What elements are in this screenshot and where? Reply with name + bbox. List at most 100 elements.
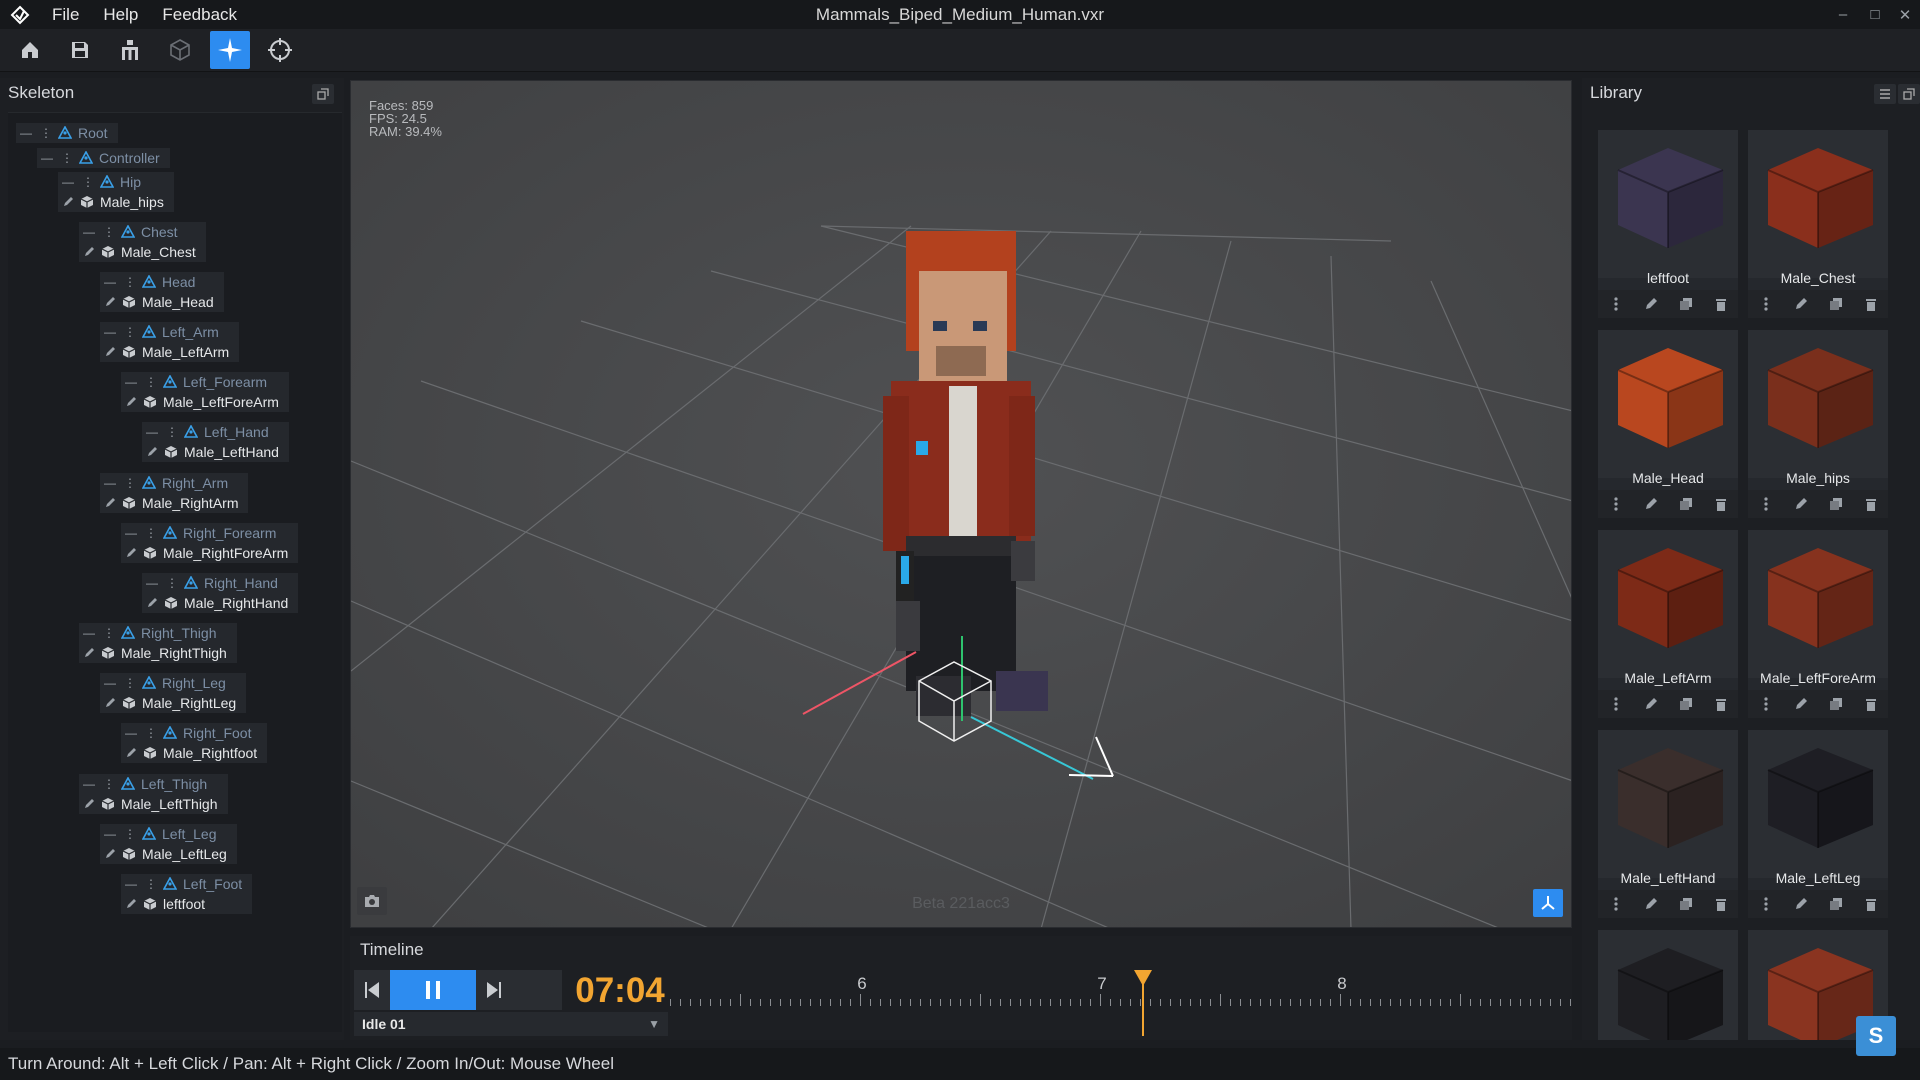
menu-file[interactable]: File — [40, 0, 91, 29]
copy-icon[interactable] — [1826, 494, 1846, 514]
trash-icon[interactable] — [1861, 494, 1881, 514]
edit-icon[interactable] — [100, 693, 120, 713]
edit-icon[interactable] — [58, 192, 78, 212]
drag-handle-icon[interactable]: ⋮ — [141, 372, 161, 392]
bone-mesh-row[interactable]: Male_Chest — [79, 242, 206, 262]
collapse-icon[interactable]: — — [121, 723, 141, 743]
bone-joint-row[interactable]: — ⋮ Left_Thigh — [79, 774, 228, 794]
bone-joint-row[interactable]: — ⋮ Right_Foot — [121, 723, 268, 743]
collapse-icon[interactable]: — — [100, 673, 120, 693]
bone-mesh-row[interactable]: Male_LeftArm — [100, 342, 240, 362]
drag-handle-icon[interactable]: ⋮ — [99, 222, 119, 242]
copy-icon[interactable] — [1826, 694, 1846, 714]
bone-joint-row[interactable]: — ⋮ Left_Foot — [121, 874, 253, 894]
bone-joint-row[interactable]: — ⋮ Left_Arm — [100, 322, 240, 342]
bone-joint-row[interactable]: — ⋮ Hip — [58, 172, 174, 192]
screenshot-button[interactable] — [357, 887, 387, 915]
bone-joint-row[interactable]: — ⋮ Right_Arm — [100, 473, 249, 493]
bone-mesh-row[interactable]: Male_RightForeArm — [121, 543, 299, 563]
drag-handle-icon[interactable]: ⋮ — [162, 573, 182, 593]
bone-mesh-row[interactable]: Male_LeftThigh — [79, 794, 228, 814]
playhead[interactable] — [1141, 978, 1144, 1036]
library-thumbnail[interactable] — [1598, 330, 1738, 478]
more-icon[interactable] — [1756, 494, 1776, 514]
drag-handle-icon[interactable]: ⋮ — [78, 172, 98, 192]
save-button[interactable] — [60, 31, 100, 69]
edit-icon[interactable] — [121, 894, 141, 914]
library-card[interactable]: Male_LeftForeArm — [1748, 530, 1888, 718]
3d-viewport[interactable]: Faces: 859 FPS: 24.5 RAM: 39.4% Beta 221… — [350, 80, 1572, 928]
trash-icon[interactable] — [1711, 294, 1731, 314]
bone-joint-row[interactable]: — ⋮ Controller — [37, 148, 170, 168]
drag-handle-icon[interactable]: ⋮ — [120, 272, 140, 292]
library-card[interactable]: Male_LeftHand — [1598, 730, 1738, 918]
copy-icon[interactable] — [1676, 294, 1696, 314]
edit-icon[interactable] — [121, 743, 141, 763]
library-menu-button[interactable] — [1874, 84, 1896, 104]
collapse-icon[interactable]: — — [121, 372, 141, 392]
trash-icon[interactable] — [1861, 694, 1881, 714]
drag-handle-icon[interactable]: ⋮ — [36, 123, 56, 143]
bone-joint-row[interactable]: — ⋮ Right_Thigh — [79, 623, 237, 643]
copy-icon[interactable] — [1676, 894, 1696, 914]
home-button[interactable] — [10, 31, 50, 69]
collapse-icon[interactable]: — — [142, 422, 162, 442]
drag-handle-icon[interactable]: ⋮ — [120, 824, 140, 844]
edit-icon[interactable] — [1641, 494, 1661, 514]
maximize-button[interactable]: □ — [1860, 0, 1890, 29]
more-icon[interactable] — [1606, 894, 1626, 914]
collapse-icon[interactable]: — — [100, 824, 120, 844]
edit-icon[interactable] — [79, 643, 99, 663]
bone-mesh-row[interactable]: Male_hips — [58, 192, 174, 212]
bone-joint-row[interactable]: — ⋮ Root — [16, 123, 118, 143]
library-undock-button[interactable] — [1898, 84, 1920, 104]
collapse-icon[interactable]: — — [142, 573, 162, 593]
menu-feedback[interactable]: Feedback — [150, 0, 249, 29]
bone-joint-row[interactable]: — ⋮ Chest — [79, 222, 206, 242]
copy-icon[interactable] — [1826, 294, 1846, 314]
timeline-ruler[interactable]: 6 7 8 — [670, 970, 1572, 1036]
drag-handle-icon[interactable]: ⋮ — [120, 473, 140, 493]
edit-icon[interactable] — [1791, 294, 1811, 314]
collapse-icon[interactable]: — — [100, 473, 120, 493]
trash-icon[interactable] — [1861, 894, 1881, 914]
skip-forward-button[interactable] — [476, 970, 512, 1010]
library-card[interactable] — [1598, 930, 1738, 1040]
edit-icon[interactable] — [79, 794, 99, 814]
edit-icon[interactable] — [142, 442, 162, 462]
library-card[interactable]: Male_Head — [1598, 330, 1738, 518]
more-icon[interactable] — [1606, 294, 1626, 314]
edit-icon[interactable] — [1791, 494, 1811, 514]
edit-icon[interactable] — [100, 342, 120, 362]
bone-mesh-row[interactable]: Male_LeftForeArm — [121, 392, 289, 412]
skip-back-button[interactable] — [354, 970, 390, 1010]
library-thumbnail[interactable] — [1748, 330, 1888, 478]
skeleton-button[interactable] — [110, 31, 150, 69]
collapse-icon[interactable]: — — [16, 123, 36, 143]
edit-icon[interactable] — [100, 844, 120, 864]
copy-icon[interactable] — [1826, 894, 1846, 914]
drag-handle-icon[interactable]: ⋮ — [120, 673, 140, 693]
bone-joint-row[interactable]: — ⋮ Right_Forearm — [121, 523, 299, 543]
collapse-icon[interactable]: — — [37, 148, 57, 168]
drag-handle-icon[interactable]: ⋮ — [99, 623, 119, 643]
bone-mesh-row[interactable]: Male_RightLeg — [100, 693, 247, 713]
library-card[interactable]: Male_hips — [1748, 330, 1888, 518]
trash-icon[interactable] — [1711, 894, 1731, 914]
drag-handle-icon[interactable]: ⋮ — [141, 874, 161, 894]
bone-joint-row[interactable]: — ⋮ Left_Hand — [142, 422, 289, 442]
more-icon[interactable] — [1756, 694, 1776, 714]
library-thumbnail[interactable] — [1598, 930, 1738, 1040]
edit-icon[interactable] — [1791, 694, 1811, 714]
sparkle-button[interactable] — [210, 31, 250, 69]
library-thumbnail[interactable] — [1748, 130, 1888, 278]
library-thumbnail[interactable] — [1748, 530, 1888, 678]
edit-icon[interactable] — [142, 593, 162, 613]
bone-mesh-row[interactable]: Male_RightHand — [142, 593, 299, 613]
drag-handle-icon[interactable]: ⋮ — [120, 322, 140, 342]
library-thumbnail[interactable] — [1598, 130, 1738, 278]
collapse-icon[interactable]: — — [79, 774, 99, 794]
edit-icon[interactable] — [121, 543, 141, 563]
copy-icon[interactable] — [1676, 494, 1696, 514]
trash-icon[interactable] — [1711, 494, 1731, 514]
